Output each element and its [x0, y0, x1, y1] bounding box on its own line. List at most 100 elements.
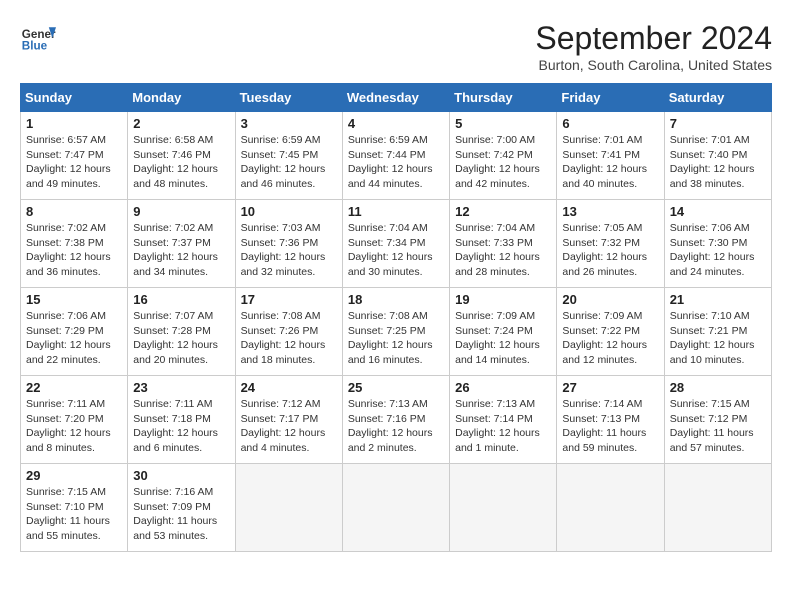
day-number: 27	[562, 380, 658, 395]
day-number: 26	[455, 380, 551, 395]
calendar-cell: 3 Sunrise: 6:59 AM Sunset: 7:45 PM Dayli…	[235, 112, 342, 200]
day-number: 18	[348, 292, 444, 307]
col-saturday: Saturday	[664, 84, 771, 112]
day-info: Sunrise: 7:05 AM Sunset: 7:32 PM Dayligh…	[562, 221, 658, 280]
calendar-cell: 2 Sunrise: 6:58 AM Sunset: 7:46 PM Dayli…	[128, 112, 235, 200]
calendar-cell: 10 Sunrise: 7:03 AM Sunset: 7:36 PM Dayl…	[235, 200, 342, 288]
day-number: 1	[26, 116, 122, 131]
day-number: 25	[348, 380, 444, 395]
day-info: Sunrise: 7:02 AM Sunset: 7:38 PM Dayligh…	[26, 221, 122, 280]
calendar-cell: 18 Sunrise: 7:08 AM Sunset: 7:25 PM Dayl…	[342, 288, 449, 376]
col-friday: Friday	[557, 84, 664, 112]
calendar-header-row: Sunday Monday Tuesday Wednesday Thursday…	[21, 84, 772, 112]
calendar-cell: 28 Sunrise: 7:15 AM Sunset: 7:12 PM Dayl…	[664, 376, 771, 464]
calendar-row: 15 Sunrise: 7:06 AM Sunset: 7:29 PM Dayl…	[21, 288, 772, 376]
calendar-cell: 23 Sunrise: 7:11 AM Sunset: 7:18 PM Dayl…	[128, 376, 235, 464]
day-info: Sunrise: 7:08 AM Sunset: 7:26 PM Dayligh…	[241, 309, 337, 368]
day-number: 15	[26, 292, 122, 307]
day-number: 6	[562, 116, 658, 131]
calendar-cell: 11 Sunrise: 7:04 AM Sunset: 7:34 PM Dayl…	[342, 200, 449, 288]
day-number: 16	[133, 292, 229, 307]
day-info: Sunrise: 7:04 AM Sunset: 7:33 PM Dayligh…	[455, 221, 551, 280]
calendar-cell: 13 Sunrise: 7:05 AM Sunset: 7:32 PM Dayl…	[557, 200, 664, 288]
day-number: 20	[562, 292, 658, 307]
day-number: 19	[455, 292, 551, 307]
day-info: Sunrise: 7:06 AM Sunset: 7:29 PM Dayligh…	[26, 309, 122, 368]
calendar-cell: 4 Sunrise: 6:59 AM Sunset: 7:44 PM Dayli…	[342, 112, 449, 200]
day-info: Sunrise: 7:13 AM Sunset: 7:16 PM Dayligh…	[348, 397, 444, 456]
calendar-cell: 27 Sunrise: 7:14 AM Sunset: 7:13 PM Dayl…	[557, 376, 664, 464]
svg-text:Blue: Blue	[22, 40, 48, 53]
calendar-cell: 29 Sunrise: 7:15 AM Sunset: 7:10 PM Dayl…	[21, 464, 128, 552]
calendar-cell: 26 Sunrise: 7:13 AM Sunset: 7:14 PM Dayl…	[450, 376, 557, 464]
day-number: 28	[670, 380, 766, 395]
day-info: Sunrise: 6:59 AM Sunset: 7:45 PM Dayligh…	[241, 133, 337, 192]
day-info: Sunrise: 7:04 AM Sunset: 7:34 PM Dayligh…	[348, 221, 444, 280]
day-info: Sunrise: 7:14 AM Sunset: 7:13 PM Dayligh…	[562, 397, 658, 456]
calendar-cell: 9 Sunrise: 7:02 AM Sunset: 7:37 PM Dayli…	[128, 200, 235, 288]
page-header: General Blue September 2024 Burton, Sout…	[20, 20, 772, 73]
calendar-cell: 16 Sunrise: 7:07 AM Sunset: 7:28 PM Dayl…	[128, 288, 235, 376]
col-wednesday: Wednesday	[342, 84, 449, 112]
day-number: 14	[670, 204, 766, 219]
calendar-cell: 22 Sunrise: 7:11 AM Sunset: 7:20 PM Dayl…	[21, 376, 128, 464]
day-info: Sunrise: 6:59 AM Sunset: 7:44 PM Dayligh…	[348, 133, 444, 192]
calendar-cell: 14 Sunrise: 7:06 AM Sunset: 7:30 PM Dayl…	[664, 200, 771, 288]
title-area: September 2024 Burton, South Carolina, U…	[535, 20, 772, 73]
day-number: 3	[241, 116, 337, 131]
day-number: 2	[133, 116, 229, 131]
day-number: 24	[241, 380, 337, 395]
calendar-cell: 25 Sunrise: 7:13 AM Sunset: 7:16 PM Dayl…	[342, 376, 449, 464]
calendar-cell: 17 Sunrise: 7:08 AM Sunset: 7:26 PM Dayl…	[235, 288, 342, 376]
day-number: 21	[670, 292, 766, 307]
calendar-cell: 8 Sunrise: 7:02 AM Sunset: 7:38 PM Dayli…	[21, 200, 128, 288]
day-number: 11	[348, 204, 444, 219]
day-info: Sunrise: 7:15 AM Sunset: 7:12 PM Dayligh…	[670, 397, 766, 456]
calendar-row: 8 Sunrise: 7:02 AM Sunset: 7:38 PM Dayli…	[21, 200, 772, 288]
calendar-row: 22 Sunrise: 7:11 AM Sunset: 7:20 PM Dayl…	[21, 376, 772, 464]
calendar-cell: 24 Sunrise: 7:12 AM Sunset: 7:17 PM Dayl…	[235, 376, 342, 464]
calendar-row: 29 Sunrise: 7:15 AM Sunset: 7:10 PM Dayl…	[21, 464, 772, 552]
day-number: 17	[241, 292, 337, 307]
calendar-cell	[664, 464, 771, 552]
calendar-table: Sunday Monday Tuesday Wednesday Thursday…	[20, 83, 772, 552]
day-info: Sunrise: 7:06 AM Sunset: 7:30 PM Dayligh…	[670, 221, 766, 280]
day-number: 23	[133, 380, 229, 395]
day-info: Sunrise: 7:10 AM Sunset: 7:21 PM Dayligh…	[670, 309, 766, 368]
logo: General Blue	[20, 20, 56, 56]
day-info: Sunrise: 7:01 AM Sunset: 7:41 PM Dayligh…	[562, 133, 658, 192]
calendar-cell: 15 Sunrise: 7:06 AM Sunset: 7:29 PM Dayl…	[21, 288, 128, 376]
day-info: Sunrise: 7:11 AM Sunset: 7:18 PM Dayligh…	[133, 397, 229, 456]
location-title: Burton, South Carolina, United States	[535, 57, 772, 73]
day-info: Sunrise: 7:12 AM Sunset: 7:17 PM Dayligh…	[241, 397, 337, 456]
calendar-row: 1 Sunrise: 6:57 AM Sunset: 7:47 PM Dayli…	[21, 112, 772, 200]
calendar-cell: 1 Sunrise: 6:57 AM Sunset: 7:47 PM Dayli…	[21, 112, 128, 200]
day-number: 12	[455, 204, 551, 219]
calendar-cell: 12 Sunrise: 7:04 AM Sunset: 7:33 PM Dayl…	[450, 200, 557, 288]
calendar-cell: 20 Sunrise: 7:09 AM Sunset: 7:22 PM Dayl…	[557, 288, 664, 376]
col-sunday: Sunday	[21, 84, 128, 112]
calendar-cell: 5 Sunrise: 7:00 AM Sunset: 7:42 PM Dayli…	[450, 112, 557, 200]
calendar-cell: 7 Sunrise: 7:01 AM Sunset: 7:40 PM Dayli…	[664, 112, 771, 200]
calendar-cell: 19 Sunrise: 7:09 AM Sunset: 7:24 PM Dayl…	[450, 288, 557, 376]
day-number: 10	[241, 204, 337, 219]
day-number: 13	[562, 204, 658, 219]
day-info: Sunrise: 7:09 AM Sunset: 7:22 PM Dayligh…	[562, 309, 658, 368]
day-number: 5	[455, 116, 551, 131]
calendar-cell	[342, 464, 449, 552]
day-info: Sunrise: 6:58 AM Sunset: 7:46 PM Dayligh…	[133, 133, 229, 192]
day-info: Sunrise: 7:13 AM Sunset: 7:14 PM Dayligh…	[455, 397, 551, 456]
day-info: Sunrise: 6:57 AM Sunset: 7:47 PM Dayligh…	[26, 133, 122, 192]
calendar-cell	[450, 464, 557, 552]
day-number: 30	[133, 468, 229, 483]
day-number: 4	[348, 116, 444, 131]
calendar-cell: 6 Sunrise: 7:01 AM Sunset: 7:41 PM Dayli…	[557, 112, 664, 200]
day-info: Sunrise: 7:11 AM Sunset: 7:20 PM Dayligh…	[26, 397, 122, 456]
col-thursday: Thursday	[450, 84, 557, 112]
day-info: Sunrise: 7:08 AM Sunset: 7:25 PM Dayligh…	[348, 309, 444, 368]
calendar-cell: 21 Sunrise: 7:10 AM Sunset: 7:21 PM Dayl…	[664, 288, 771, 376]
calendar-cell: 30 Sunrise: 7:16 AM Sunset: 7:09 PM Dayl…	[128, 464, 235, 552]
calendar-cell	[235, 464, 342, 552]
day-number: 8	[26, 204, 122, 219]
day-number: 22	[26, 380, 122, 395]
